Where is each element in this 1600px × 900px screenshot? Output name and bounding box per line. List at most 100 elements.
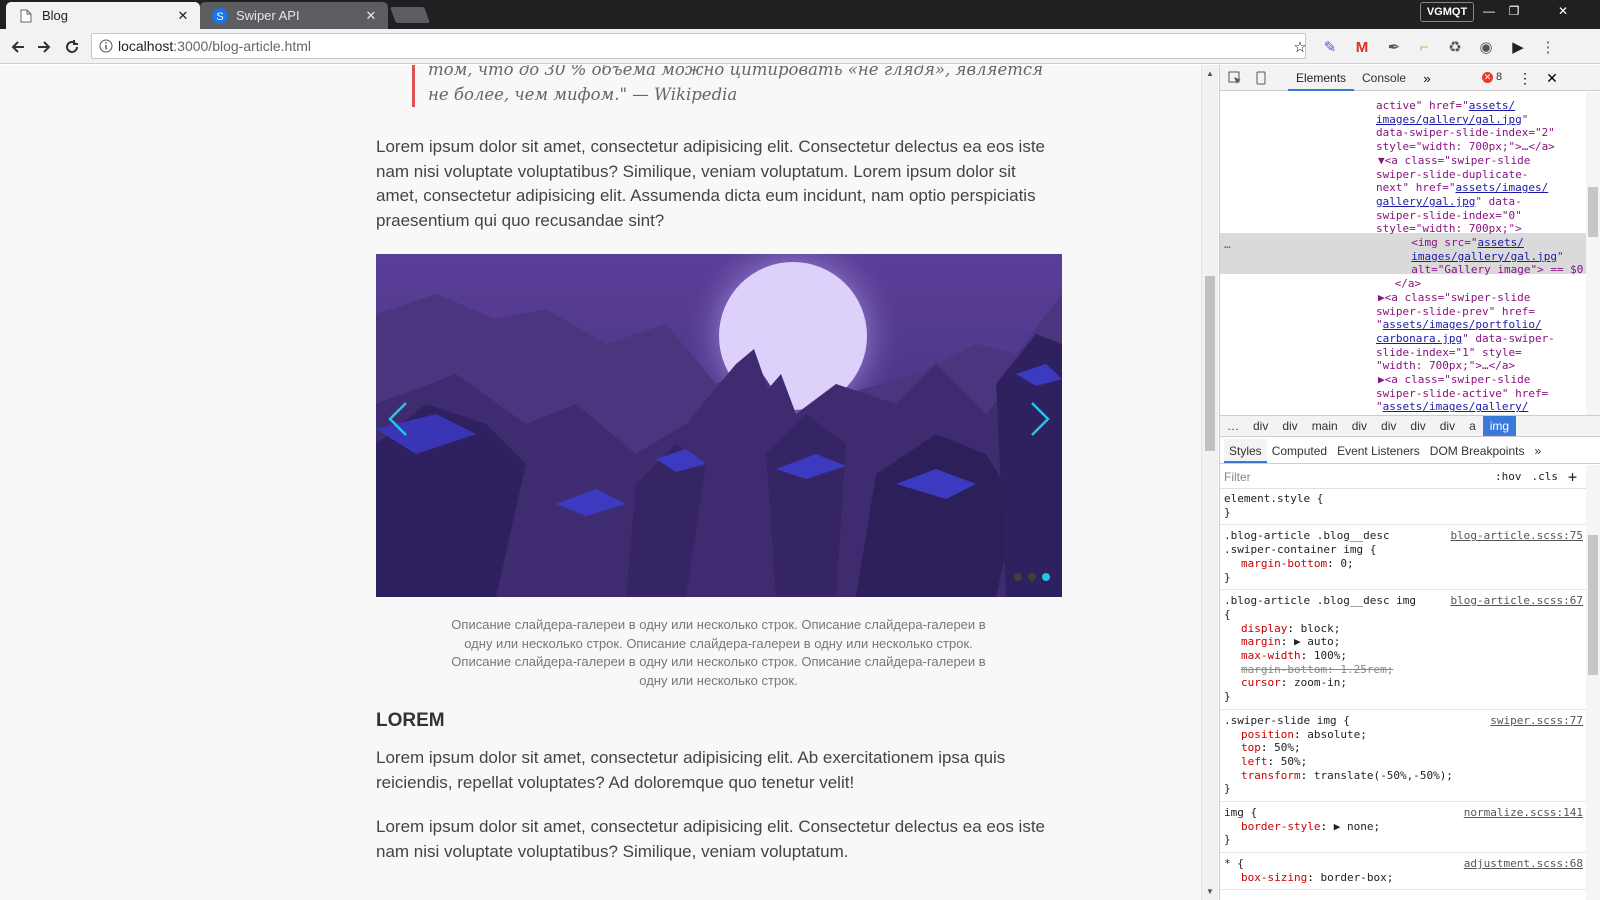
tab-dom-breakpoints[interactable]: DOM Breakpoints (1425, 439, 1530, 463)
pagination-dot[interactable] (1014, 573, 1022, 581)
terminal-extension-icon[interactable]: ▶ (1508, 37, 1528, 57)
dom-node-link[interactable]: gallery/gal.jpg (1376, 195, 1475, 208)
scrollbar-thumb[interactable] (1205, 276, 1215, 451)
dom-node-line[interactable]: swiper-slide-index="0" (1376, 209, 1522, 223)
pen-extension-icon[interactable]: ✎ (1320, 37, 1340, 57)
slider-next-icon[interactable] (1024, 399, 1054, 439)
breadcrumb-item[interactable]: … (1220, 416, 1246, 436)
css-rule[interactable]: swiper.scss:77 .swiper-slide img {positio… (1220, 712, 1587, 802)
dom-node-line[interactable]: ▼<a class="swiper-slide (1378, 154, 1530, 168)
css-declaration[interactable]: margin: ▶ auto; (1224, 635, 1583, 649)
devtools-close-icon[interactable]: ✕ (1543, 69, 1561, 87)
dom-node-line[interactable]: </a> (1388, 277, 1422, 291)
scroll-down-icon[interactable]: ▼ (1206, 887, 1214, 896)
pagination-dot-active[interactable] (1042, 573, 1050, 581)
css-rule[interactable]: adjustment.scss:68 * {box-sizing: border-… (1220, 855, 1587, 891)
css-source-link[interactable]: blog-article.scss:75 (1451, 529, 1583, 543)
tab-styles[interactable]: Styles (1224, 439, 1267, 463)
globe-extension-icon[interactable]: ◉ (1476, 37, 1496, 57)
css-declaration[interactable]: max-width: 100%; (1224, 649, 1583, 663)
dom-node-link[interactable]: assets/images/portfolio/ (1383, 318, 1542, 331)
dom-node-line[interactable]: carbonara.jpg" data-swiper- (1376, 332, 1555, 346)
dom-node-line[interactable]: images/gallery/gal.jpg" (1376, 113, 1528, 127)
css-declaration[interactable]: margin-bottom: 0; (1224, 557, 1583, 571)
tab-computed[interactable]: Computed (1267, 439, 1332, 463)
css-declaration[interactable]: border-style: ▶ none; (1224, 820, 1583, 834)
dom-node-line[interactable]: next" href="assets/images/ (1376, 181, 1548, 195)
menu-icon[interactable]: ⋮ (1538, 37, 1558, 57)
page-scrollbar[interactable]: ▲ ▼ (1201, 65, 1218, 900)
dom-node-line[interactable]: style="width: 700px;">…</a> (1376, 140, 1555, 154)
pagination-dot[interactable] (1028, 573, 1036, 581)
error-counter[interactable]: ✕ 8 (1482, 71, 1502, 83)
close-icon[interactable]: ✕ (174, 8, 192, 24)
dom-tree[interactable]: … active" href="assets/images/gallery/ga… (1220, 92, 1600, 415)
css-source-link[interactable]: blog-article.scss:67 (1451, 594, 1583, 608)
css-declaration[interactable]: transform: translate(-50%,-50%); (1224, 769, 1583, 783)
dom-node-link[interactable]: images/gallery/gal.jpg (1376, 113, 1522, 126)
close-icon[interactable]: ✕ (362, 8, 380, 24)
inspect-element-icon[interactable] (1226, 69, 1244, 87)
dom-node-link[interactable]: carbonara.jpg (1376, 332, 1462, 345)
gallery-slider[interactable] (376, 254, 1062, 597)
scroll-up-icon[interactable]: ▲ (1206, 69, 1214, 78)
dom-node-line[interactable]: gallery/gal.jpg" data- (1376, 195, 1522, 209)
breadcrumb-item[interactable]: div (1433, 416, 1462, 436)
dom-node-link[interactable]: assets/ (1469, 99, 1515, 112)
css-declaration[interactable]: top: 50%; (1224, 741, 1583, 755)
css-declaration[interactable]: position: absolute; (1224, 728, 1583, 742)
css-source-link[interactable]: adjustment.scss:68 (1464, 857, 1583, 871)
dom-node-link[interactable]: assets/images/gallery/ (1383, 400, 1529, 413)
breadcrumb-item[interactable]: main (1305, 416, 1345, 436)
dom-node-link[interactable]: images/gallery/gal.jpg (1411, 250, 1557, 263)
more-tabs-icon[interactable]: » (1418, 69, 1436, 87)
address-bar[interactable]: localhost:3000/blog-article.html (91, 33, 1306, 59)
bookmark-star-icon[interactable]: ☆ (1290, 37, 1310, 57)
css-declaration[interactable]: margin-bottom: 1.25rem; (1224, 663, 1583, 677)
css-declaration[interactable]: box-sizing: border-box; (1224, 871, 1583, 885)
profile-button[interactable]: VGMQT (1420, 2, 1474, 22)
css-declaration[interactable]: left: 50%; (1224, 755, 1583, 769)
dom-node-line[interactable]: "assets/images/gallery/ (1376, 400, 1528, 414)
breadcrumb-item[interactable]: div (1275, 416, 1304, 436)
breadcrumb-item[interactable]: div (1403, 416, 1432, 436)
dom-node-link[interactable]: assets/images/ (1455, 181, 1548, 194)
tab-console[interactable]: Console (1354, 65, 1414, 91)
dom-scrollbar[interactable] (1586, 92, 1600, 415)
css-declaration[interactable]: cursor: zoom-in; (1224, 676, 1583, 690)
info-icon[interactable] (94, 39, 118, 53)
breadcrumb-item[interactable]: div (1246, 416, 1275, 436)
dom-node-line[interactable]: data-swiper-slide-index="2" (1376, 126, 1555, 140)
devtools-menu-icon[interactable]: ⋮ (1516, 69, 1534, 87)
restore-icon[interactable]: ❐ (1503, 2, 1525, 20)
css-source-link[interactable]: swiper.scss:77 (1490, 714, 1583, 728)
dom-node-line[interactable]: <img src="assets/ (1398, 236, 1524, 250)
more-subtabs-icon[interactable]: » (1529, 439, 1546, 463)
ellipsis-icon[interactable]: … (1224, 238, 1231, 252)
add-rule-icon[interactable]: + (1568, 468, 1577, 486)
dom-node-line[interactable]: "assets/images/portfolio/ (1376, 318, 1542, 332)
tab-swiper-api[interactable]: S Swiper API ✕ (200, 2, 388, 29)
scrollbar-thumb[interactable] (1588, 187, 1598, 237)
dom-node-line[interactable]: swiper-slide-duplicate- (1376, 168, 1528, 182)
css-source-link[interactable]: normalize.scss:141 (1464, 806, 1583, 820)
dom-node-line[interactable]: swiper-slide-prev" href= (1376, 305, 1535, 319)
css-declaration[interactable]: display: block; (1224, 622, 1583, 636)
ruler-extension-icon[interactable]: ⌐ (1414, 37, 1434, 57)
css-rule[interactable]: blog-article.scss:67 .blog-article .blog_… (1220, 592, 1587, 710)
dom-node-link[interactable]: assets/ (1477, 236, 1523, 249)
gallery-image[interactable] (376, 254, 1062, 597)
dom-node-line[interactable]: swiper-slide-active" href= (1376, 387, 1548, 401)
breadcrumb-item-selected[interactable]: img (1482, 416, 1517, 436)
device-toolbar-icon[interactable] (1252, 69, 1270, 87)
new-tab-button[interactable] (390, 7, 430, 23)
recycle-extension-icon[interactable]: ♻ (1445, 37, 1465, 57)
css-rule[interactable]: normalize.scss:141 img {border-style: ▶ n… (1220, 804, 1587, 854)
breadcrumb-item[interactable]: div (1345, 416, 1374, 436)
minimize-icon[interactable]: — (1478, 2, 1500, 20)
window-close-icon[interactable]: ✕ (1533, 2, 1593, 20)
reload-icon[interactable] (60, 35, 84, 59)
tab-blog[interactable]: Blog ✕ (6, 2, 200, 29)
styles-filter-input[interactable]: Filter :hov .cls + (1220, 465, 1587, 489)
eyedropper-icon[interactable]: ✒ (1384, 37, 1404, 57)
